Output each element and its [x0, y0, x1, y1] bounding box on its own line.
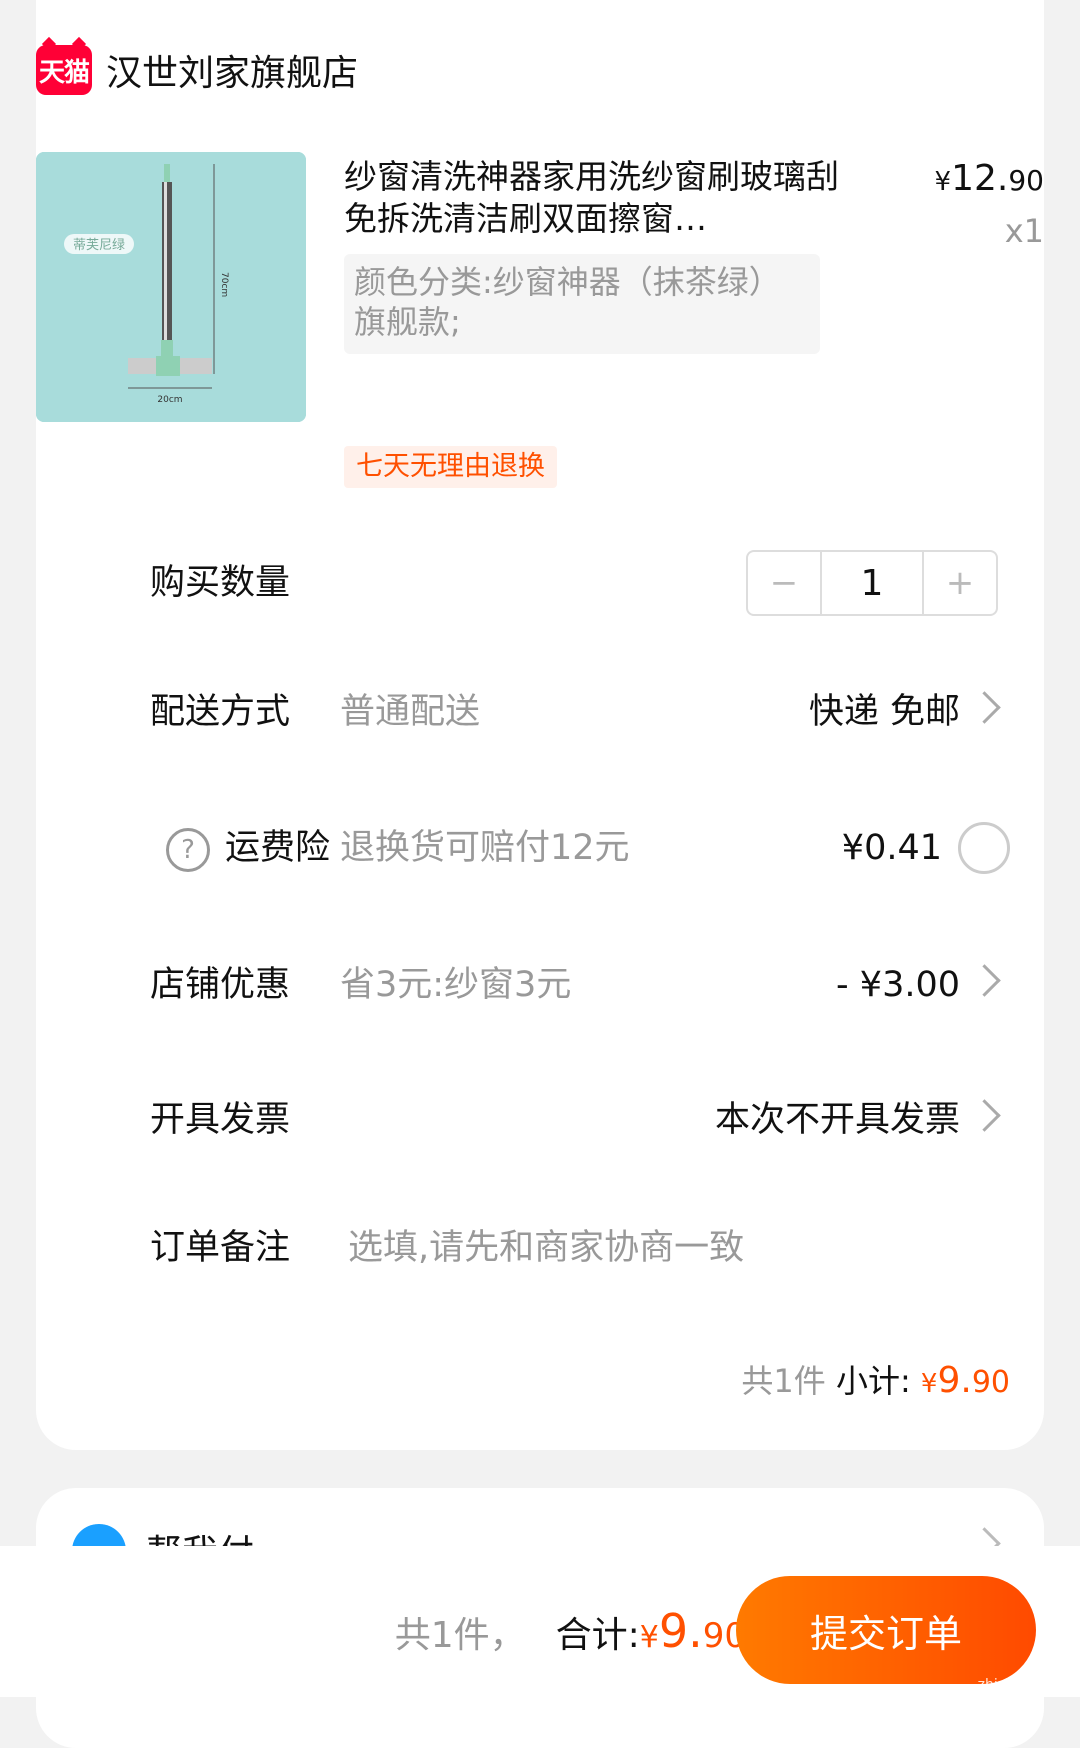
remark-input[interactable]: 选填,请先和商家协商一致 [348, 1218, 744, 1278]
delivery-row[interactable]: 配送方式 普通配送 快递 免邮 [0, 682, 1080, 742]
image-height-label: 70cm [219, 272, 229, 297]
product-quantity: x1 [1004, 212, 1044, 250]
total-count: 共1件， [394, 1615, 526, 1656]
watermark: zhizhizhi.com [977, 1677, 1073, 1693]
return-policy-badge: 七天无理由退换 [344, 446, 557, 488]
image-width-label: 20cm [157, 395, 182, 405]
subtotal-symbol: ¥ [920, 1369, 938, 1399]
quantity-value[interactable]: 1 [820, 552, 924, 614]
shipping-insurance-desc: 退换货可赔付12元 [340, 828, 630, 868]
delivery-desc: 普通配送 [340, 692, 481, 732]
question-icon[interactable]: ? [166, 828, 210, 872]
shop-discount-value: - ¥3.00 [836, 965, 960, 1005]
price-integer: 12. [951, 158, 1009, 199]
remark-row: 订单备注 选填,请先和商家协商一致 [0, 1218, 1080, 1278]
product-image[interactable]: 蒂芙尼绿 70cm 20cm [36, 152, 306, 422]
subtotal-cents: 90 [971, 1365, 1010, 1400]
subtotal: 共1件 小计: ¥9.90 [741, 1356, 1010, 1402]
shop-discount-label: 店铺优惠 [150, 965, 291, 1005]
delivery-label: 配送方式 [150, 692, 291, 732]
sku-selection[interactable]: 颜色分类:纱窗神器（抹茶绿）旗舰款; [344, 254, 820, 354]
quantity-stepper[interactable]: − 1 + [746, 550, 998, 616]
tmall-logo-icon: 天猫 [36, 45, 92, 95]
shipping-insurance-row: ? 运费险 退换货可赔付12元 ¥0.41 [0, 818, 1080, 878]
submit-order-button[interactable]: 提交订单 [736, 1576, 1036, 1684]
shipping-insurance-radio[interactable] [958, 822, 1010, 874]
subtotal-amount: ¥9.90 [920, 1360, 1010, 1401]
total-int: 9. [658, 1604, 703, 1658]
chevron-right-icon [968, 691, 1001, 724]
quantity-label: 购买数量 [150, 563, 291, 603]
remark-label: 订单备注 [150, 1228, 291, 1268]
image-color-label: 蒂芙尼绿 [73, 238, 125, 253]
decrement-button[interactable]: − [748, 552, 820, 614]
chevron-right-icon [968, 1099, 1001, 1132]
invoice-label: 开具发票 [150, 1100, 291, 1140]
price-cents: 90 [1008, 164, 1044, 197]
shop-discount-desc: 省3元:纱窗3元 [340, 965, 572, 1005]
increment-button[interactable]: + [924, 552, 996, 614]
shipping-insurance-label: 运费险 [225, 828, 331, 868]
invoice-row[interactable]: 开具发票 本次不开具发票 [0, 1090, 1080, 1150]
mop-illustration-icon: 蒂芙尼绿 70cm 20cm [36, 152, 306, 422]
chevron-right-icon [968, 964, 1001, 997]
shipping-insurance-price: ¥0.41 [841, 828, 942, 868]
order-total: 共1件， 合计: ¥9.90 [395, 1604, 746, 1658]
delivery-value: 快递 免邮 [808, 692, 960, 732]
price-symbol: ¥ [934, 167, 952, 197]
subtotal-count: 共1件 [741, 1362, 826, 1400]
total-amount: ¥9.90 [640, 1604, 746, 1658]
product-price: ¥12.90 [935, 158, 1044, 199]
checkout-bar: 共1件， 合计: ¥9.90 提交订单 zhizhizhi.com [0, 1546, 1080, 1697]
shop-name[interactable]: 汉世刘家旗舰店 [106, 44, 358, 96]
product-title[interactable]: 纱窗清洗神器家用洗纱窗刷玻璃刮免拆洗清洁刷双面擦窗… [344, 156, 854, 240]
subtotal-label: 小计: [835, 1362, 911, 1400]
invoice-value: 本次不开具发票 [714, 1100, 960, 1140]
shop-discount-row[interactable]: 店铺优惠 省3元:纱窗3元 - ¥3.00 [0, 955, 1080, 1015]
total-symbol: ¥ [639, 1620, 659, 1655]
shop-header[interactable]: 天猫 汉世刘家旗舰店 [36, 40, 358, 100]
subtotal-int: 9. [937, 1360, 972, 1401]
total-label: 合计: [555, 1615, 640, 1656]
